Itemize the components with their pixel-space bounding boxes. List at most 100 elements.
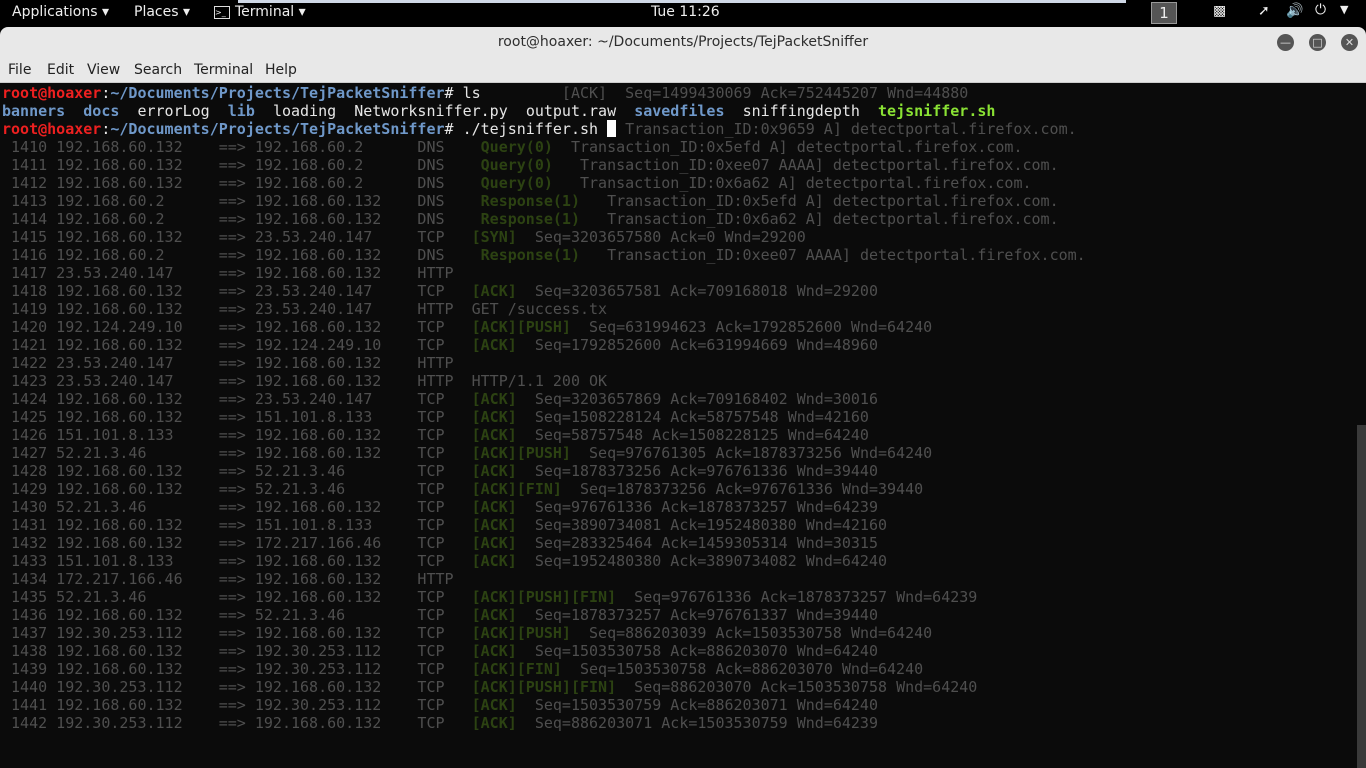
packet-row: 1433 151.101.8.133 ==> 192.168.60.132 TC… <box>2 552 887 570</box>
places-menu[interactable]: Places ▾ <box>134 4 190 20</box>
overwritten-output: [ACK] Seq=1499430069 Ack=752445207 Wnd=4… <box>561 84 969 102</box>
packet-protocol: DNS <box>417 156 481 174</box>
close-button[interactable]: ✕ <box>1341 34 1358 51</box>
menu-view[interactable]: View <box>87 62 120 78</box>
packet-addresses: 1427 52.21.3.46 ==> 192.168.60.132 <box>2 444 418 462</box>
packet-protocol: TCP <box>417 228 472 246</box>
packet-protocol: TCP <box>417 606 472 624</box>
network-icon[interactable]: ➚ <box>1258 3 1270 19</box>
packet-protocol: HTTP <box>417 372 472 390</box>
packet-flags: Response(1) <box>480 210 580 228</box>
packet-addresses: 1434 172.217.166.46 ==> 192.168.60.132 <box>2 570 418 588</box>
packet-info: Seq=3203657869 Ack=709168402 Wnd=30016 <box>534 390 878 408</box>
packet-info: Transaction_ID:0x6a62 A] detectportal.fi… <box>570 174 1032 192</box>
menu-edit[interactable]: Edit <box>47 62 74 78</box>
packet-flags: [ACK][PUSH][FIN] <box>471 588 617 606</box>
prompt-user: root@hoaxer <box>2 84 102 102</box>
packet-addresses: 1440 192.30.253.112 ==> 192.168.60.132 <box>2 678 418 696</box>
packet-addresses: 1441 192.168.60.132 ==> 192.30.253.112 <box>2 696 418 714</box>
packet-addresses: 1425 192.168.60.132 ==> 151.101.8.133 <box>2 408 418 426</box>
menu-terminal[interactable]: Terminal <box>194 62 253 78</box>
packet-protocol: TCP <box>417 660 472 678</box>
packet-protocol: TCP <box>417 624 472 642</box>
terminal-app-menu[interactable]: >_ Terminal ▾ <box>214 4 306 20</box>
packet-protocol: DNS <box>417 174 481 192</box>
packet-info: Seq=3890734081 Ack=1952480380 Wnd=42160 <box>534 516 888 534</box>
packet-addresses: 1435 52.21.3.46 ==> 192.168.60.132 <box>2 588 418 606</box>
volume-icon[interactable]: 🔊 <box>1286 3 1303 19</box>
clock[interactable]: Tue 11:26 <box>651 4 720 20</box>
packet-protocol: DNS <box>417 210 481 228</box>
ls-entry: docs <box>83 102 120 120</box>
packet-flags: [ACK] <box>471 534 517 552</box>
chevron-down-icon[interactable]: ▼ <box>1340 3 1348 16</box>
maximize-button[interactable]: □ <box>1309 34 1326 51</box>
panel-accent <box>238 0 1126 3</box>
packet-row: 1413 192.168.60.2 ==> 192.168.60.132 DNS… <box>2 192 1059 210</box>
menu-file[interactable]: File <box>8 62 31 78</box>
packet-flags: [ACK] <box>471 642 517 660</box>
packet-row: 1421 192.168.60.132 ==> 192.124.249.10 T… <box>2 336 878 354</box>
packet-row: 1439 192.168.60.132 ==> 192.30.253.112 T… <box>2 660 923 678</box>
text-cursor <box>607 120 617 137</box>
packet-info: Seq=976761305 Ack=1878373256 Wnd=64240 <box>589 444 933 462</box>
workspace-indicator[interactable]: 1 <box>1151 2 1177 24</box>
packet-flags: [ACK][PUSH][FIN] <box>471 678 617 696</box>
packet-protocol: TCP <box>417 462 472 480</box>
packet-info: GET /success.tx <box>471 300 608 318</box>
packet-addresses: 1422 23.53.240.147 ==> 192.168.60.132 <box>2 354 418 372</box>
packet-info: Seq=1508228124 Ack=58757548 Wnd=42160 <box>534 408 869 426</box>
packet-info: Seq=1792852600 Ack=631994669 Wnd=48960 <box>534 336 878 354</box>
menu-search[interactable]: Search <box>134 62 182 78</box>
packet-addresses: 1421 192.168.60.132 ==> 192.124.249.10 <box>2 336 418 354</box>
packet-flags: [ACK] <box>471 390 517 408</box>
power-icon[interactable]: ⏻ <box>1315 2 1326 18</box>
packet-info: Transaction_ID:0xee07 AAAA] detectportal… <box>570 156 1059 174</box>
applications-menu[interactable]: Applications ▾ <box>12 4 109 20</box>
ls-output: banners docs errorLog lib loading Networ… <box>2 102 995 120</box>
packet-row: 1412 192.168.60.132 ==> 192.168.60.2 DNS… <box>2 174 1032 192</box>
packet-flags: [SYN] <box>471 228 517 246</box>
packet-flags: [ACK][PUSH] <box>471 318 571 336</box>
packet-info: Seq=886203071 Ack=1503530759 Wnd=64239 <box>534 714 878 732</box>
packet-addresses: 1437 192.30.253.112 ==> 192.168.60.132 <box>2 624 418 642</box>
packet-info: Transaction_ID:0x5efd A] detectportal.fi… <box>570 138 1023 156</box>
scrollbar[interactable] <box>1357 425 1366 768</box>
packet-protocol: TCP <box>417 678 472 696</box>
packet-row: 1431 192.168.60.132 ==> 151.101.8.133 TC… <box>2 516 887 534</box>
packet-flags: [ACK] <box>471 552 517 570</box>
packet-info: Seq=976761336 Ack=1878373257 Wnd=64239 <box>634 588 978 606</box>
packet-info: Seq=886203070 Ack=1503530758 Wnd=64240 <box>634 678 978 696</box>
packet-flags: [ACK][FIN] <box>471 480 562 498</box>
packet-protocol: TCP <box>417 444 472 462</box>
packet-protocol: TCP <box>417 714 472 732</box>
packet-addresses: 1416 192.168.60.2 ==> 192.168.60.132 <box>2 246 418 264</box>
packet-row: 1442 192.30.253.112 ==> 192.168.60.132 T… <box>2 714 878 732</box>
packet-row: 1434 172.217.166.46 ==> 192.168.60.132 H… <box>2 570 472 588</box>
packet-row: 1420 192.124.249.10 ==> 192.168.60.132 T… <box>2 318 932 336</box>
packet-addresses: 1419 192.168.60.132 ==> 23.53.240.147 <box>2 300 418 318</box>
packet-flags: Query(0) <box>480 174 553 192</box>
packet-flags: Response(1) <box>480 192 580 210</box>
terminal-output[interactable]: root@hoaxer:~/Documents/Projects/TejPack… <box>0 83 1366 768</box>
packet-protocol: HTTP <box>417 570 472 588</box>
packet-row: 1430 52.21.3.46 ==> 192.168.60.132 TCP [… <box>2 498 878 516</box>
packet-addresses: 1410 192.168.60.132 ==> 192.168.60.2 <box>2 138 418 156</box>
packet-addresses: 1420 192.124.249.10 ==> 192.168.60.132 <box>2 318 418 336</box>
packet-addresses: 1439 192.168.60.132 ==> 192.30.253.112 <box>2 660 418 678</box>
ls-entry: errorLog <box>137 102 210 120</box>
packet-info: Transaction_ID:0x6a62 A] detectportal.fi… <box>598 210 1059 228</box>
packet-addresses: 1442 192.30.253.112 ==> 192.168.60.132 <box>2 714 418 732</box>
packet-row: 1423 23.53.240.147 ==> 192.168.60.132 HT… <box>2 372 607 390</box>
packet-row: 1418 192.168.60.132 ==> 23.53.240.147 TC… <box>2 282 878 300</box>
packet-flags: [ACK] <box>471 336 517 354</box>
packet-flags: [ACK] <box>471 696 517 714</box>
packet-protocol: TCP <box>417 498 472 516</box>
packet-info: Seq=886203039 Ack=1503530758 Wnd=64240 <box>589 624 933 642</box>
packet-info: Seq=1878373256 Ack=976761336 Wnd=39440 <box>579 480 924 498</box>
window-title: root@hoaxer: ~/Documents/Projects/TejPac… <box>497 34 869 50</box>
minimize-button[interactable]: — <box>1277 34 1294 51</box>
camera-icon[interactable]: ▩ <box>1213 3 1226 19</box>
packet-row: 1422 23.53.240.147 ==> 192.168.60.132 HT… <box>2 354 472 372</box>
menu-help[interactable]: Help <box>265 62 297 78</box>
